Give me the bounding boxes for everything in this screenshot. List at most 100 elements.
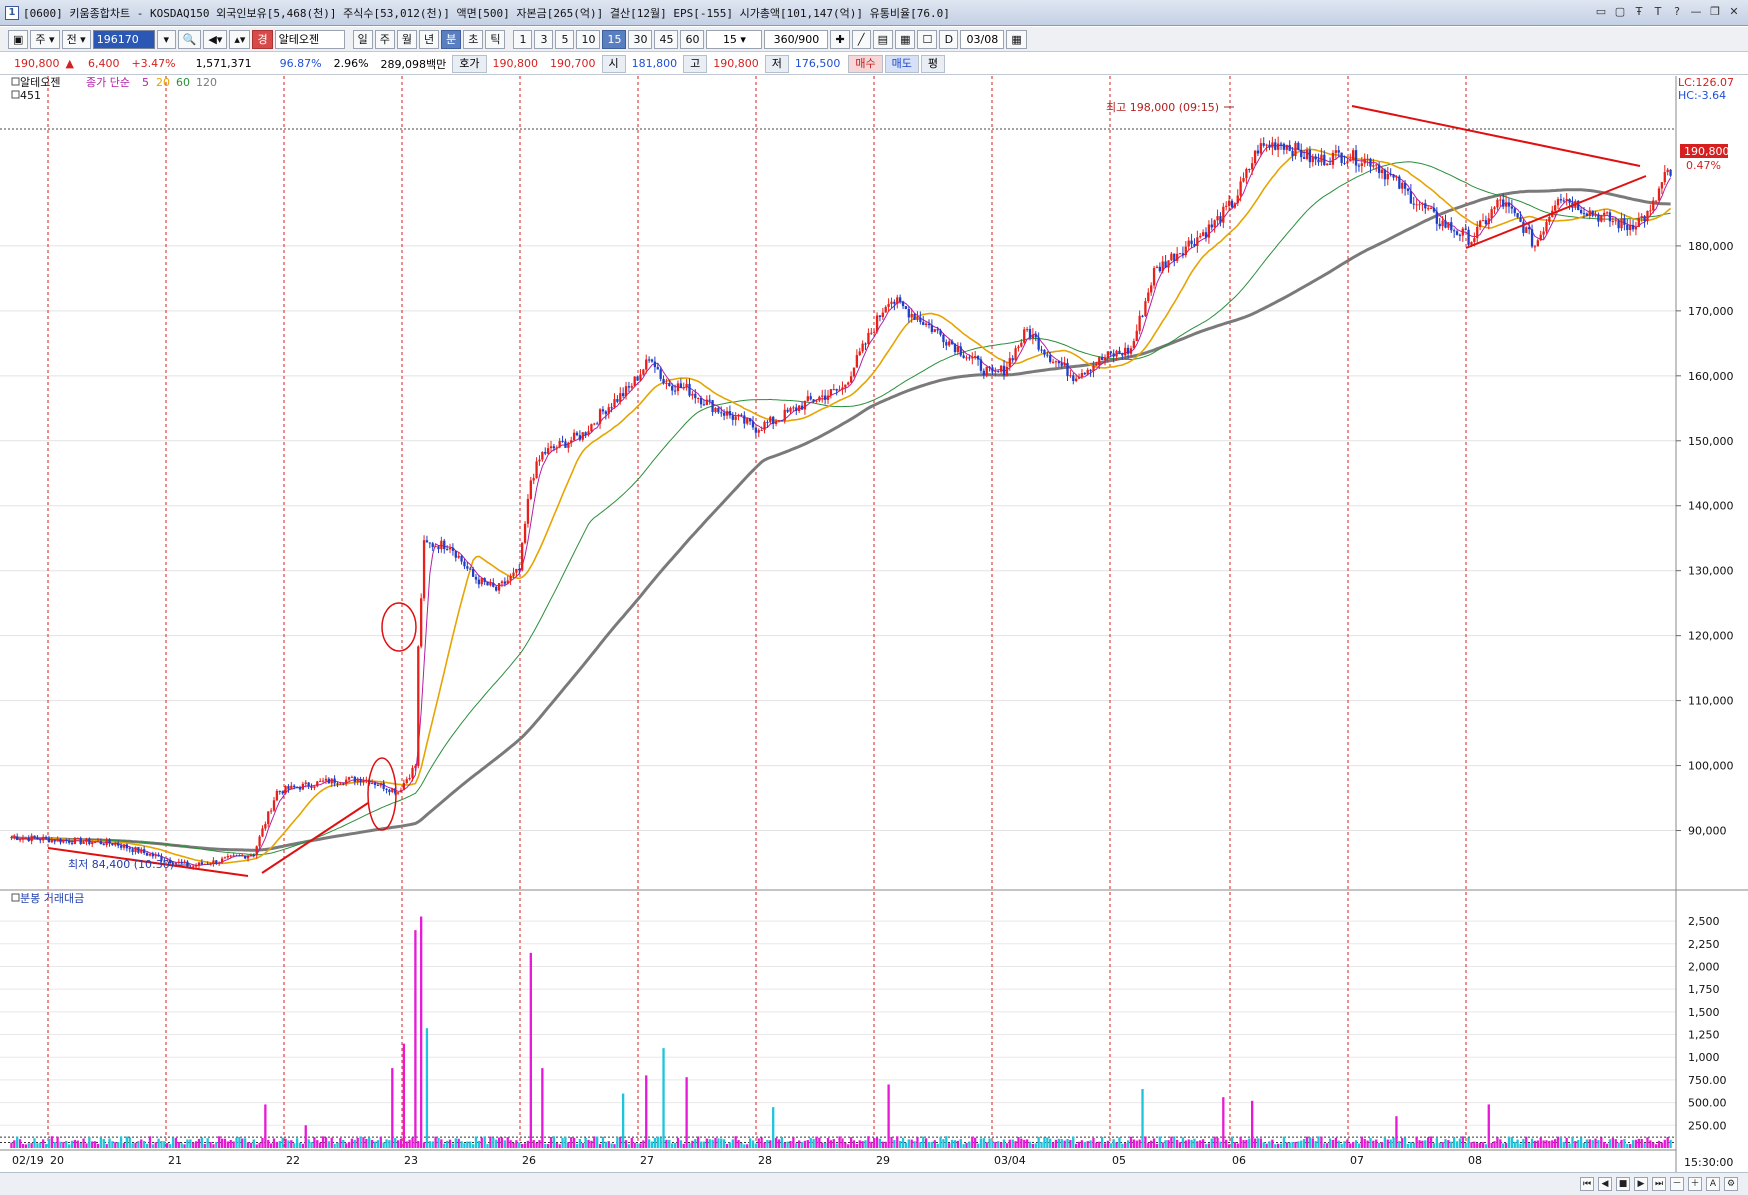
candle-body bbox=[671, 386, 674, 391]
scroll-last-icon[interactable]: ⏭ bbox=[1652, 1177, 1666, 1191]
link-icon[interactable]: ▢ bbox=[1612, 4, 1628, 20]
volume-bar bbox=[575, 1143, 579, 1148]
period-second-button[interactable]: 초 bbox=[463, 29, 484, 49]
volume-bar bbox=[258, 1142, 261, 1148]
candle-body bbox=[295, 787, 299, 789]
volume-bar bbox=[619, 1136, 622, 1148]
volume-tick-label: 250.00 bbox=[1688, 1119, 1727, 1132]
candle-body bbox=[950, 341, 954, 344]
interval-value-field[interactable]: 15 ▾ bbox=[706, 29, 763, 49]
market-type-select[interactable]: 주 ▾ bbox=[30, 29, 60, 49]
period-month-button[interactable]: 월 bbox=[396, 29, 417, 49]
candle-body bbox=[79, 837, 82, 844]
volume-bar bbox=[1297, 1141, 1300, 1148]
interval-5-button[interactable]: 5 bbox=[555, 29, 575, 49]
volume-bar bbox=[174, 1137, 178, 1148]
search-icon[interactable]: 🔍 bbox=[177, 29, 202, 49]
interval-3-button[interactable]: 3 bbox=[534, 29, 554, 49]
text-tool-icon[interactable]: A bbox=[1706, 1177, 1720, 1191]
sell-button[interactable]: 매도 bbox=[884, 54, 919, 73]
period-day-button[interactable]: 일 bbox=[352, 29, 373, 49]
date-field[interactable]: 03/08 bbox=[960, 29, 1005, 49]
settings-icon[interactable]: ⚙ bbox=[1724, 1177, 1738, 1191]
volume-bar bbox=[1213, 1136, 1216, 1148]
code-dropdown-icon[interactable]: ▾ bbox=[156, 29, 176, 49]
candle-body bbox=[659, 369, 662, 379]
volume-bar bbox=[541, 1068, 544, 1148]
candle-body bbox=[1051, 361, 1055, 363]
candle-body bbox=[177, 861, 180, 863]
candle-body bbox=[743, 415, 746, 424]
volume-bar bbox=[1150, 1140, 1153, 1148]
interval-30-button[interactable]: 30 bbox=[628, 29, 653, 49]
help-icon[interactable]: ? bbox=[1669, 4, 1685, 20]
volume-bar bbox=[950, 1139, 954, 1148]
calendar-icon[interactable]: ▦ bbox=[1006, 29, 1027, 49]
interval-10-button[interactable]: 10 bbox=[576, 29, 601, 49]
candle-body bbox=[1346, 161, 1349, 164]
candle-body bbox=[350, 776, 354, 778]
market-sub-select[interactable]: 전 ▾ bbox=[61, 29, 91, 49]
volume-bar bbox=[852, 1140, 856, 1148]
volume-bar bbox=[50, 1136, 53, 1148]
volume-bar bbox=[454, 1138, 457, 1148]
period-minute-button[interactable]: 분 bbox=[441, 29, 462, 49]
zoom-in-icon[interactable]: ＋ bbox=[1688, 1177, 1702, 1191]
grid-icon[interactable]: ▦ bbox=[895, 29, 916, 49]
candle-body bbox=[1326, 163, 1329, 166]
draw-line-icon[interactable]: ╱ bbox=[851, 29, 871, 49]
stock-name-field[interactable]: 알테오젠 bbox=[274, 29, 345, 49]
scroll-first-icon[interactable]: ⏮ bbox=[1580, 1177, 1594, 1191]
period-week-button[interactable]: 주 bbox=[374, 29, 395, 49]
candle-body bbox=[1539, 234, 1542, 241]
checkbox-icon[interactable]: ☐ bbox=[917, 29, 938, 49]
volume-bar bbox=[339, 1138, 342, 1148]
period-year-button[interactable]: 년 bbox=[418, 29, 440, 49]
count-field[interactable]: 360/900 bbox=[764, 29, 829, 49]
volume-bar bbox=[1023, 1139, 1026, 1148]
candle-body bbox=[134, 847, 137, 852]
candle-body bbox=[1455, 231, 1459, 235]
interval-60-button[interactable]: 60 bbox=[680, 29, 705, 49]
eval-button[interactable]: 평 bbox=[920, 54, 946, 73]
scroll-left-icon[interactable]: ◀ bbox=[1598, 1177, 1612, 1191]
crosshair-icon[interactable]: ✚ bbox=[830, 29, 850, 49]
interval-45-button[interactable]: 45 bbox=[654, 29, 679, 49]
volume-bar bbox=[298, 1142, 302, 1148]
candle-body bbox=[252, 854, 255, 856]
buy-button[interactable]: 매수 bbox=[848, 54, 883, 73]
chart-area[interactable]: 알테오젠 종가 단순 5 20 60 120 451 LC:126.07 HC:… bbox=[0, 76, 1748, 1172]
font-icon[interactable]: T bbox=[1650, 4, 1666, 20]
nav-arrows[interactable]: ▴▾ bbox=[229, 29, 251, 49]
volume-bar bbox=[722, 1139, 726, 1148]
layout-icon[interactable]: ▭ bbox=[1593, 4, 1609, 20]
speaker-icon[interactable]: ◀▾ bbox=[203, 29, 228, 49]
volume-bar bbox=[1274, 1144, 1277, 1148]
stop-icon[interactable]: ■ bbox=[1616, 1177, 1630, 1191]
close-icon[interactable]: ✕ bbox=[1726, 4, 1742, 20]
volume-bar bbox=[1343, 1141, 1346, 1148]
interval-15-button[interactable]: 15 bbox=[602, 29, 627, 49]
chart-menu-icon[interactable]: ▣ bbox=[8, 29, 29, 49]
minimize-icon[interactable]: — bbox=[1688, 4, 1704, 20]
interval-1-button[interactable]: 1 bbox=[513, 29, 533, 49]
volume-bar bbox=[1112, 1139, 1115, 1148]
x-axis-label: 05 bbox=[1112, 1154, 1126, 1167]
candle-body bbox=[1023, 329, 1026, 343]
d-toggle[interactable]: D bbox=[939, 29, 959, 49]
scroll-right-icon[interactable]: ▶ bbox=[1634, 1177, 1648, 1191]
candle-body bbox=[1490, 209, 1493, 219]
stock-code-input[interactable]: 196170 bbox=[92, 29, 155, 49]
zoom-out-icon[interactable]: － bbox=[1670, 1177, 1684, 1191]
save-icon[interactable]: ▤ bbox=[872, 29, 894, 49]
candle-body bbox=[552, 446, 556, 449]
pin-icon[interactable]: Ŧ bbox=[1631, 4, 1647, 20]
candle-body bbox=[1352, 150, 1355, 161]
candle-body bbox=[1608, 212, 1612, 222]
maximize-icon[interactable]: ❐ bbox=[1707, 4, 1723, 20]
volume-bar bbox=[1450, 1141, 1453, 1148]
period-tick-button[interactable]: 틱 bbox=[485, 29, 506, 49]
candle-body bbox=[500, 581, 504, 584]
candle-body bbox=[997, 371, 1000, 373]
volume-bar bbox=[1357, 1143, 1361, 1148]
